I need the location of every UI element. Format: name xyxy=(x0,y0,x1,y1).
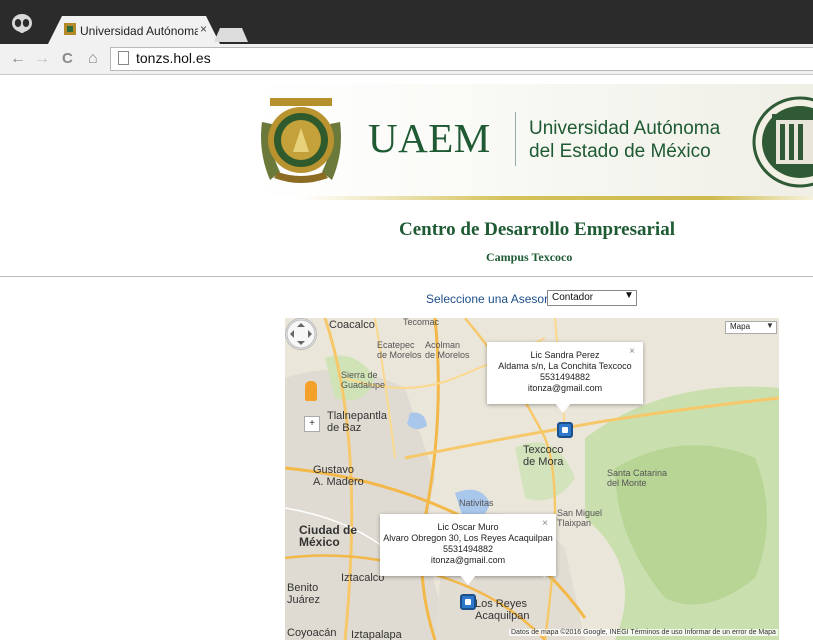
map-label: Coyoacán xyxy=(287,627,337,639)
header-divider xyxy=(515,112,516,166)
map-label: Texcoco de Mora xyxy=(523,444,564,468)
advisory-select-value[interactable]: Contador xyxy=(552,292,593,303)
zoom-in-button[interactable]: + xyxy=(304,416,320,432)
map-label: Gustavo A. Madero xyxy=(313,464,364,488)
map-label: Iztapalapa xyxy=(351,629,402,640)
map-label: Ciudad de México xyxy=(299,523,358,549)
back-icon[interactable]: ← xyxy=(10,50,26,68)
advisor-location-pin-icon[interactable] xyxy=(460,594,476,610)
page-icon xyxy=(118,51,129,65)
uaem-shield-logo xyxy=(261,98,341,183)
advisor-address: Aldama s/n, La Conchita Texcoco xyxy=(498,361,632,371)
map-label: Benito Juárez xyxy=(287,582,321,606)
info-window-tail xyxy=(460,575,476,585)
street-view-pegman-icon[interactable] xyxy=(305,381,317,401)
map-label: Tecomac xyxy=(403,318,440,327)
map-label: Acolman de Morelos xyxy=(425,340,470,360)
map-label: San Miguel Tlaixpan xyxy=(557,508,603,528)
advisor-email: itonza@gmail.com xyxy=(430,555,506,565)
uaem-acronym: UAEM xyxy=(368,115,491,161)
page-subtitle: Campus Texcoco xyxy=(486,250,573,264)
header-separator xyxy=(0,276,813,277)
advisor-phone: 5531494882 xyxy=(442,544,494,554)
map-label: Ecatepec de Morelos xyxy=(377,340,422,360)
advisor-name: Lic Sandra Perez xyxy=(530,350,600,360)
info-window-tail xyxy=(555,403,571,413)
map-label: Los Reyes Acaquilpan xyxy=(475,598,530,622)
address-bar[interactable] xyxy=(110,47,813,71)
url-text[interactable]: tonzs.hol.es xyxy=(136,50,211,66)
tab-title: Universidad Autónoma de xyxy=(80,24,198,38)
university-name-line1: Universidad Autónoma xyxy=(529,118,721,139)
close-icon[interactable]: × xyxy=(542,518,548,529)
pan-control-icon[interactable] xyxy=(285,318,317,350)
new-tab-button[interactable] xyxy=(214,28,248,42)
advisor-location-pin-icon[interactable] xyxy=(557,422,573,438)
alien-app-icon[interactable] xyxy=(10,14,34,36)
reload-icon[interactable]: C xyxy=(62,50,73,68)
info-window-oscar[interactable]: Lic Oscar Muro Alvaro Obregon 30, Los Re… xyxy=(380,514,556,576)
favicon-icon xyxy=(64,23,76,35)
advisor-address: Alvaro Obregon 30, Los Reyes Acaquilpan xyxy=(383,533,553,543)
advisory-select-label: Seleccione una Asesoria: xyxy=(426,292,561,306)
map-type-arrow-icon[interactable]: ▼ xyxy=(766,321,774,330)
campus-seal-logo xyxy=(752,96,813,188)
page-title: Centro de Desarrollo Empresarial xyxy=(399,219,675,240)
map-label: Sierra de Guadalupe xyxy=(341,370,386,390)
advisor-phone: 5531494882 xyxy=(539,372,591,382)
google-map[interactable]: Coacalco Tecomac Ecatepec de Morelos Acol… xyxy=(285,318,779,640)
map-label: Coacalco xyxy=(329,319,375,331)
map-label: Tlalnepantla de Baz xyxy=(327,410,387,434)
home-icon[interactable]: ⌂ xyxy=(88,50,98,68)
university-name-line2: del Estado de México xyxy=(529,141,711,162)
forward-icon[interactable]: → xyxy=(34,50,50,68)
banner-gold-rule xyxy=(300,196,813,200)
map-type-label[interactable]: Mapa xyxy=(730,322,750,331)
map-label: Santa Catarina del Monte xyxy=(607,468,668,488)
advisor-name: Lic Oscar Muro xyxy=(437,522,499,532)
info-window-sandra[interactable]: Lic Sandra Perez Aldama s/n, La Conchita… xyxy=(487,342,643,404)
tab-close-icon[interactable]: × xyxy=(200,22,207,36)
dropdown-arrow-icon[interactable]: ▼ xyxy=(624,290,634,301)
advisor-email: itonza@gmail.com xyxy=(527,383,603,393)
close-icon[interactable]: × xyxy=(629,346,635,357)
map-label: Nativitas xyxy=(459,498,494,508)
map-label: Iztacalco xyxy=(341,572,385,584)
map-attribution[interactable]: Datos de mapa ©2016 Google, INEGI Términ… xyxy=(509,629,778,636)
